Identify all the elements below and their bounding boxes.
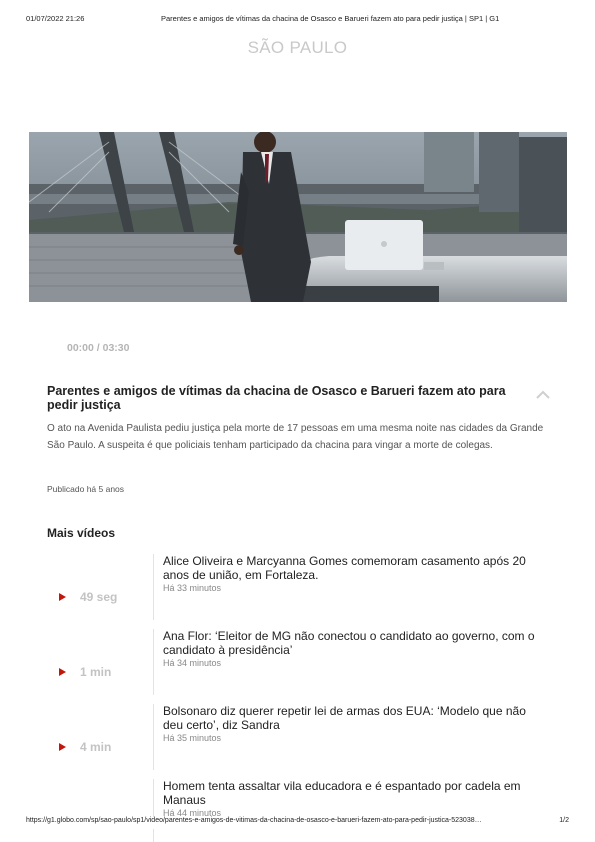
divider — [153, 629, 154, 695]
video-list-item[interactable]: 49 seg Alice Oliveira e Marcyanna Gomes … — [47, 554, 547, 624]
print-datetime: 01/07/2022 21:26 — [26, 14, 85, 23]
page-number: 1/2 — [559, 817, 569, 824]
video-timestamp: Há 34 minutos — [163, 658, 222, 668]
video-timestamp: Há 33 minutos — [163, 583, 222, 593]
video-list-item[interactable]: 4 min Bolsonaro diz querer repetir lei d… — [47, 704, 547, 774]
divider — [153, 554, 154, 620]
published-time: Publicado há 5 anos — [47, 484, 125, 494]
collapse-description-button[interactable] — [535, 388, 551, 400]
video-timestamp: Há 35 minutos — [163, 733, 222, 743]
video-duration: 49 seg — [80, 590, 118, 604]
video-title[interactable]: Ana Flor: ‘Eleitor de MG não conectou o … — [163, 629, 543, 657]
article-description: O ato na Avenida Paulista pediu justiça … — [47, 423, 544, 451]
print-header: 01/07/2022 21:26 Parentes e amigos de ví… — [26, 14, 569, 26]
video-list-item[interactable]: 1 min Ana Flor: ‘Eleitor de MG não conec… — [47, 629, 547, 699]
print-url: https://g1.globo.com/sp/sao-paulo/sp1/vi… — [26, 817, 482, 824]
print-page-title: Parentes e amigos de vítimas da chacina … — [161, 14, 500, 23]
print-footer: https://g1.globo.com/sp/sao-paulo/sp1/vi… — [26, 817, 569, 829]
chevron-up-icon — [536, 390, 550, 399]
video-player[interactable] — [29, 132, 567, 302]
video-frame-image — [29, 132, 567, 302]
section-title[interactable]: SÃO PAULO — [0, 38, 595, 58]
video-title[interactable]: Alice Oliveira e Marcyanna Gomes comemor… — [163, 554, 543, 582]
divider — [153, 704, 154, 770]
video-thumbnail[interactable]: 1 min — [47, 629, 153, 699]
video-time-display: 00:00 / 03:30 — [67, 342, 130, 354]
video-duration: 1 min — [80, 665, 112, 679]
divider — [153, 779, 154, 842]
video-thumbnail[interactable]: 49 seg — [47, 554, 153, 624]
video-title[interactable]: Homem tenta assaltar vila educadora e é … — [163, 779, 543, 807]
video-thumbnail[interactable] — [47, 779, 153, 842]
video-list-item[interactable]: Homem tenta assaltar vila educadora e é … — [47, 779, 547, 842]
video-duration: 4 min — [80, 740, 112, 754]
play-icon — [59, 593, 66, 601]
video-title[interactable]: Bolsonaro diz querer repetir lei de arma… — [163, 704, 543, 732]
video-thumbnail[interactable]: 4 min — [47, 704, 153, 774]
play-icon — [59, 743, 66, 751]
more-videos-heading: Mais vídeos — [47, 526, 116, 540]
play-icon — [59, 668, 66, 676]
article-title: Parentes e amigos de vítimas da chacina … — [47, 384, 506, 412]
